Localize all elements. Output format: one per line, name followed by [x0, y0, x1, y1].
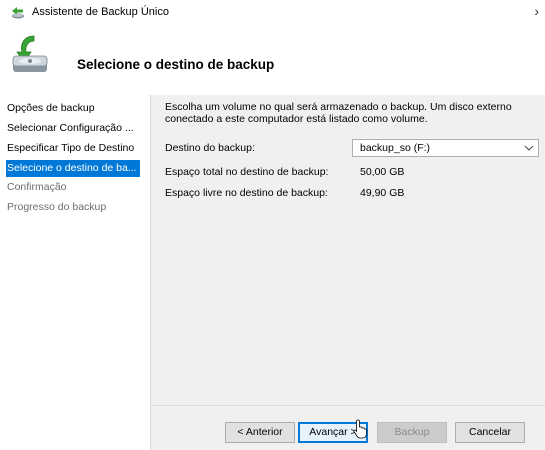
- destination-selected-value: backup_so (F:): [360, 142, 431, 154]
- step-select-destination[interactable]: Selecione o destino de ba...: [6, 160, 140, 177]
- content-panel: Escolha um volume no qual será armazenad…: [150, 95, 545, 450]
- free-space-value: 49,90 GB: [360, 187, 405, 199]
- destination-select[interactable]: backup_so (F:): [352, 139, 539, 157]
- step-select-configuration[interactable]: Selecionar Configuração ...: [6, 120, 140, 137]
- step-confirmation: Confirmação: [7, 181, 67, 193]
- total-space-value: 50,00 GB: [360, 166, 405, 178]
- backup-app-icon: [12, 7, 24, 19]
- wizard-steps-sidebar: Opções de backup Selecionar Configuração…: [0, 95, 150, 450]
- free-space-label: Espaço livre no destino de backup:: [165, 187, 328, 199]
- chevron-down-icon: [524, 145, 534, 151]
- chevron-right-icon[interactable]: ›: [534, 3, 539, 19]
- page-heading: Selecione o destino de backup: [77, 57, 275, 72]
- cancel-button[interactable]: Cancelar: [455, 422, 525, 443]
- total-space-label: Espaço total no destino de backup:: [165, 166, 329, 178]
- window-title: Assistente de Backup Único: [32, 6, 169, 18]
- step-backup-options[interactable]: Opções de backup: [6, 100, 140, 117]
- description-text: Escolha um volume no qual será armazenad…: [165, 101, 512, 125]
- destination-label: Destino do backup:: [165, 142, 255, 154]
- step-backup-progress: Progresso do backup: [7, 201, 107, 213]
- backup-button: Backup: [377, 422, 447, 443]
- wizard-header: Selecione o destino de backup: [0, 24, 545, 84]
- button-bar: < Anterior Avançar > Backup Cancelar: [151, 405, 545, 450]
- title-bar: Assistente de Backup Único ›: [0, 0, 545, 24]
- backup-disk-icon: [12, 35, 48, 72]
- mouse-pointer-icon: [353, 419, 367, 439]
- step-destination-type[interactable]: Especificar Tipo de Destino: [6, 140, 140, 157]
- previous-button[interactable]: < Anterior: [225, 422, 295, 443]
